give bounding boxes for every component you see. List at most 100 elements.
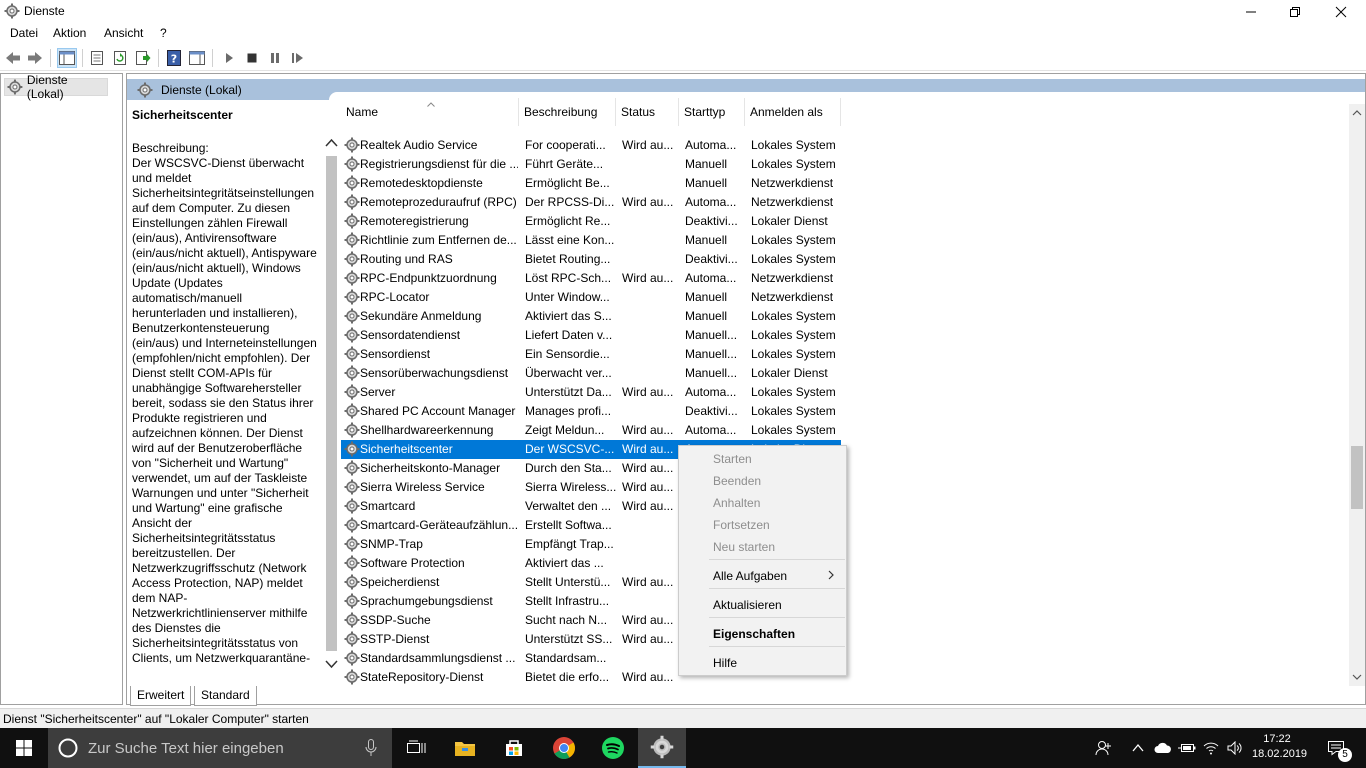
- service-row[interactable]: Server Unterstützt Da... Wird au... Automa.…: [341, 383, 841, 402]
- show-hidden-icons-button[interactable]: [1129, 739, 1147, 757]
- service-row[interactable]: Shellhardwareerkennung Zeigt Meldun... Wir…: [341, 421, 841, 440]
- service-logon: Lokales System: [751, 252, 836, 266]
- ctx-neu-starten-menu-item[interactable]: Neu starten: [680, 536, 845, 558]
- service-row[interactable]: Routing und RAS Bietet Routing... Deaktivi…: [341, 250, 841, 269]
- store-button[interactable]: [490, 728, 538, 768]
- tree-item-services-local[interactable]: Dienste (Lokal): [4, 73, 108, 101]
- column-header-description[interactable]: Beschreibung: [519, 98, 616, 126]
- export-list-icon: [136, 51, 151, 65]
- service-status: Wird au...: [622, 385, 674, 399]
- task-view-button[interactable]: [392, 728, 440, 768]
- restore-button[interactable]: [1272, 0, 1318, 24]
- menu-datei[interactable]: Datei: [6, 26, 42, 40]
- file-explorer-button[interactable]: [441, 728, 489, 768]
- tab-erweitert[interactable]: Erweitert: [130, 686, 192, 706]
- battery-tray-button[interactable]: [1178, 739, 1196, 757]
- restart-service-button[interactable]: [288, 48, 308, 68]
- export-list-button[interactable]: [133, 48, 153, 68]
- service-name: Smartcard: [360, 499, 416, 513]
- ctx-starten-menu-item[interactable]: Starten: [680, 448, 845, 470]
- taskbar-search-box[interactable]: Zur Suche Text hier eingeben: [48, 728, 392, 768]
- service-row[interactable]: Realtek Audio Service For cooperati... Wir…: [341, 136, 841, 155]
- start-button[interactable]: [0, 728, 48, 768]
- help-toolbar-button[interactable]: ?: [164, 48, 184, 68]
- service-row[interactable]: Richtlinie zum Entfernen de... Lässt eine…: [341, 231, 841, 250]
- tab-standard[interactable]: Standard: [194, 686, 257, 706]
- service-row[interactable]: Sensordatendienst Liefert Daten v... Manue…: [341, 326, 841, 345]
- service-row[interactable]: Sekundäre Anmeldung Aktiviert das S... Man…: [341, 307, 841, 326]
- service-description: Aktiviert das ...: [525, 556, 604, 570]
- services-window: Dienste Datei Aktion Ansicht ? ? Dienste…: [0, 0, 1366, 768]
- column-header-logon[interactable]: Anmelden als: [745, 98, 841, 126]
- ctx-beenden-menu-item[interactable]: Beenden: [680, 470, 845, 492]
- service-starttype: Deaktivi...: [685, 252, 738, 266]
- ctx-aktualisieren-menu-item[interactable]: Aktualisieren: [680, 594, 845, 616]
- service-row[interactable]: Sensorüberwachungsdienst Überwacht ver...…: [341, 364, 841, 383]
- stop-service-button[interactable]: [242, 48, 262, 68]
- description-scrollbar[interactable]: [323, 136, 340, 671]
- ctx-hilfe-menu-item[interactable]: Hilfe: [680, 652, 845, 674]
- microphone-icon: [365, 739, 377, 756]
- column-header-starttype[interactable]: Starttyp: [679, 98, 745, 126]
- ctx-eigenschaften-menu-item[interactable]: Eigenschaften: [680, 623, 845, 645]
- scrollbar-thumb[interactable]: [326, 156, 337, 651]
- network-tray-button[interactable]: [1202, 739, 1220, 757]
- show-action-pane-button[interactable]: [187, 48, 207, 68]
- onedrive-tray-button[interactable]: [1154, 739, 1172, 757]
- service-name: Sicherheitscenter: [360, 442, 453, 456]
- service-gear-icon: [344, 460, 360, 476]
- service-description: Der RPCSS-Di...: [525, 195, 615, 209]
- service-row[interactable]: Remoteregistrierung Ermöglicht Re... Deakt…: [341, 212, 841, 231]
- service-row[interactable]: Remotedesktopdienste Ermöglicht Be... Manu…: [341, 174, 841, 193]
- service-row[interactable]: Registrierungsdienst für die ... Führt Ge…: [341, 155, 841, 174]
- services-taskbar-button[interactable]: [638, 728, 686, 768]
- close-button[interactable]: [1318, 0, 1364, 24]
- menu-aktion[interactable]: Aktion: [49, 26, 90, 40]
- service-row[interactable]: Remoteprozeduraufruf (RPC) Der RPCSS-Di..…: [341, 193, 841, 212]
- start-service-button[interactable]: [219, 48, 239, 68]
- console-tree-toggle-button[interactable]: [57, 48, 77, 68]
- menu-item-label: Anhalten: [713, 496, 761, 510]
- service-row[interactable]: RPC-Endpunktzuordnung Löst RPC-Sch... Wird…: [341, 269, 841, 288]
- service-gear-icon: [344, 479, 360, 495]
- scrollbar-thumb[interactable]: [1351, 446, 1363, 509]
- properties-toolbar-button[interactable]: [87, 48, 107, 68]
- minimize-button[interactable]: [1228, 0, 1274, 24]
- service-description: Führt Geräte...: [525, 157, 604, 171]
- forward-button[interactable]: [25, 48, 45, 68]
- chrome-button[interactable]: [540, 728, 588, 768]
- service-description: Empfängt Trap...: [525, 537, 614, 551]
- people-tray-button[interactable]: [1094, 739, 1112, 757]
- action-center-button[interactable]: 5: [1316, 728, 1356, 768]
- service-starttype: Deaktivi...: [685, 214, 738, 228]
- volume-tray-button[interactable]: [1226, 739, 1244, 757]
- ctx-fortsetzen-menu-item[interactable]: Fortsetzen: [680, 514, 845, 536]
- ctx-anhalten-menu-item[interactable]: Anhalten: [680, 492, 845, 514]
- chevron-right-icon: [828, 570, 834, 580]
- service-status: Wird au...: [622, 670, 674, 684]
- refresh-toolbar-button[interactable]: [110, 48, 130, 68]
- menu-help[interactable]: ?: [156, 26, 171, 40]
- service-row[interactable]: Shared PC Account Manager Manages profi..…: [341, 402, 841, 421]
- service-row[interactable]: RPC-Locator Unter Window... Manuell Netzwer…: [341, 288, 841, 307]
- spotify-icon: [602, 737, 624, 759]
- service-logon: Lokales System: [751, 423, 836, 437]
- spotify-button[interactable]: [589, 728, 637, 768]
- taskbar-clock[interactable]: 17:22 18.02.2019: [1252, 732, 1307, 762]
- service-gear-icon: [344, 631, 360, 647]
- column-header-status[interactable]: Status: [616, 98, 679, 126]
- service-row[interactable]: Sensordienst Ein Sensordie... Manuell... Lo…: [341, 345, 841, 364]
- list-scrollbar[interactable]: [1349, 104, 1365, 686]
- pane-header-title: Dienste (Lokal): [161, 82, 242, 97]
- service-name: Sprachumgebungsdienst: [360, 594, 493, 608]
- service-description: Sierra Wireless...: [525, 480, 617, 494]
- service-description: Unterstützt Da...: [525, 385, 612, 399]
- menu-ansicht[interactable]: Ansicht: [100, 26, 147, 40]
- service-logon: Netzwerkdienst: [751, 195, 834, 209]
- menu-item-label: Neu starten: [713, 540, 776, 554]
- back-button[interactable]: [3, 48, 23, 68]
- pause-service-button[interactable]: [265, 48, 285, 68]
- ctx-alle-aufgaben-menu-item[interactable]: Alle Aufgaben: [680, 565, 845, 587]
- service-name: Sierra Wireless Service: [360, 480, 485, 494]
- clock-time: 17:22: [1263, 733, 1291, 745]
